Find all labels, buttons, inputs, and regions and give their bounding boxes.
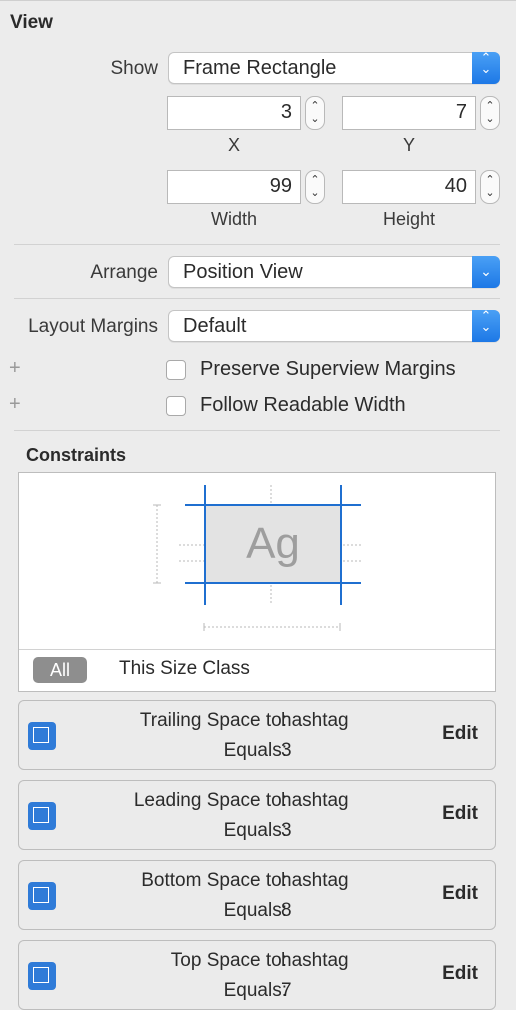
edit-button[interactable]: Edit — [442, 803, 478, 825]
constraints-section-title: Constraints — [26, 445, 127, 465]
constraint-label: Bottom Space to: — [141, 870, 287, 891]
constraint-equals-label: Equals: — [223, 980, 287, 1001]
constraint-row-bottom[interactable]: Bottom Space to: hashtag Equals: 8 Edit — [18, 860, 496, 930]
edit-button[interactable]: Edit — [442, 963, 478, 985]
arrange-label: Arrange — [90, 262, 158, 283]
width-caption: Width — [210, 209, 257, 229]
chevron-down-icon: ⌄ — [472, 256, 500, 288]
constraint-target: hashtag — [281, 710, 349, 731]
separator — [14, 298, 500, 299]
separator — [19, 649, 495, 650]
show-popup[interactable]: Frame Rectangle ⌃ ⌄ — [168, 51, 500, 84]
constraint-target: hashtag — [281, 950, 349, 971]
layout-margins-popup-value: Default — [183, 315, 247, 337]
constraint-equals-label: Equals: — [223, 740, 287, 761]
constraint-equals-label: Equals: — [223, 820, 287, 841]
height-field[interactable]: 40 — [342, 170, 476, 204]
arrange-popup-value: Position View — [183, 261, 303, 283]
height-caption: Height — [382, 209, 436, 229]
constraint-target: hashtag — [281, 870, 349, 891]
layout-margins-label: Layout Margins — [28, 316, 158, 337]
readable-width-label: Follow Readable Width — [200, 394, 406, 416]
y-field[interactable]: 7 — [342, 96, 476, 130]
constraint-target: hashtag — [281, 790, 349, 811]
constraint-row-trailing[interactable]: Trailing Space to: hashtag Equals: 3 Edi… — [18, 700, 496, 770]
this-size-class-button[interactable]: This Size Class — [119, 658, 250, 680]
constraint-row-top[interactable]: Top Space to: hashtag Equals: 7 Edit — [18, 940, 496, 1010]
trailing-space-icon — [28, 722, 56, 750]
preview-text: Ag — [246, 519, 300, 568]
constraints-preview-box: Ag All This Size Class — [18, 472, 496, 692]
constraint-value: 3 — [281, 820, 292, 841]
preserve-margins-checkbox[interactable] — [166, 360, 186, 380]
edit-button[interactable]: Edit — [442, 883, 478, 905]
show-popup-value: Frame Rectangle — [183, 57, 337, 79]
plus-icon[interactable]: + — [9, 393, 21, 416]
x-stepper[interactable]: ⌃ ⌄ — [305, 96, 325, 130]
top-space-icon — [28, 962, 56, 990]
popup-arrows-icon: ⌃ ⌄ — [472, 309, 500, 342]
leading-space-icon — [28, 802, 56, 830]
edit-button[interactable]: Edit — [442, 723, 478, 745]
plus-icon[interactable]: + — [9, 357, 21, 380]
all-size-classes-button[interactable]: All — [33, 657, 87, 683]
constraint-value: 3 — [281, 740, 292, 761]
readable-width-checkbox[interactable] — [166, 396, 186, 416]
width-stepper[interactable]: ⌃ ⌄ — [305, 170, 325, 204]
y-caption: Y — [402, 135, 415, 155]
constraint-value: 7 — [281, 980, 292, 1001]
bottom-space-icon — [28, 882, 56, 910]
constraint-row-leading[interactable]: Leading Space to: hashtag Equals: 3 Edit — [18, 780, 496, 850]
x-caption: X — [227, 135, 240, 155]
top-border — [0, 0, 516, 1]
show-label: Show — [110, 58, 158, 79]
preserve-margins-label: Preserve Superview Margins — [200, 358, 456, 380]
constraint-label: Top Space to: — [170, 950, 287, 971]
popup-arrows-icon: ⌃ ⌄ — [472, 51, 500, 84]
height-stepper[interactable]: ⌃ ⌄ — [480, 170, 500, 204]
constraint-equals-label: Equals: — [223, 900, 287, 921]
x-field[interactable]: 3 — [167, 96, 301, 130]
y-stepper[interactable]: ⌃ ⌄ — [480, 96, 500, 130]
width-field[interactable]: 99 — [167, 170, 301, 204]
constraint-label: Trailing Space to: — [139, 710, 287, 731]
layout-margins-popup[interactable]: Default ⌃ ⌄ — [168, 309, 500, 342]
constraint-label: Leading Space to: — [133, 790, 287, 811]
constraint-value: 8 — [281, 900, 292, 921]
view-section-title: View — [10, 12, 53, 33]
separator — [14, 244, 500, 245]
arrange-popup[interactable]: Position View ⌄ — [168, 256, 500, 288]
separator — [14, 430, 500, 431]
